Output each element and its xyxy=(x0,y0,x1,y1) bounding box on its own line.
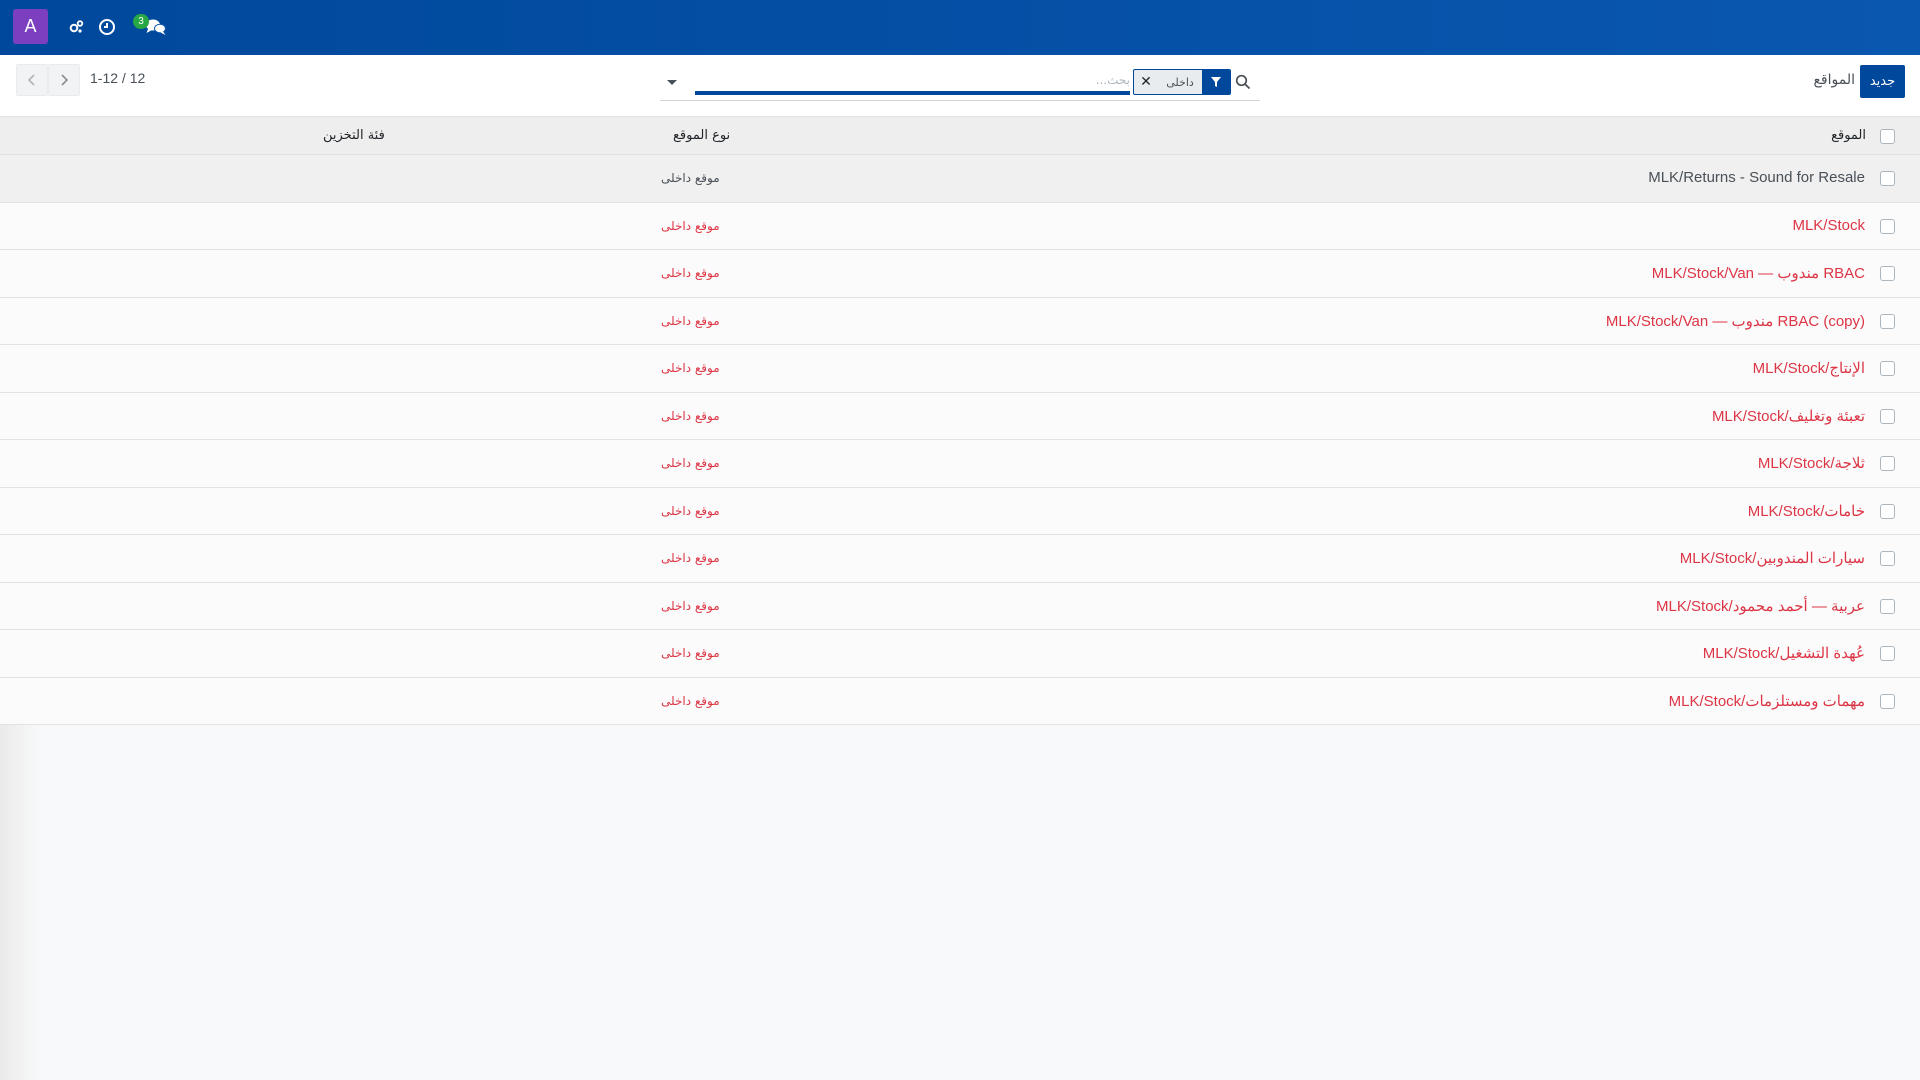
clock-icon[interactable] xyxy=(96,16,118,38)
select-all-checkbox[interactable] xyxy=(1880,129,1895,144)
row-checkbox[interactable] xyxy=(1880,408,1895,424)
background-shade xyxy=(0,725,40,1080)
facet-value: داخلى xyxy=(1166,75,1194,89)
row-checkbox[interactable] xyxy=(1880,693,1895,709)
row-checkbox[interactable] xyxy=(1880,456,1895,471)
cell-location-type: موقع داخلى xyxy=(661,503,720,518)
table-row[interactable]: MLK/Stock/مهمات ومستلزمات موقع داخلى xyxy=(0,677,1920,725)
table-row[interactable]: MLK/Stock/خامات موقع داخلى xyxy=(0,487,1920,535)
table-row[interactable]: MLK/Stock/الإنتاج موقع داخلى xyxy=(0,345,1920,393)
chevron-right-icon xyxy=(61,74,69,86)
table-row[interactable]: MLK/Stock/Van — مندوب RBAC موقع داخلى xyxy=(0,250,1920,298)
search-icon[interactable] xyxy=(1235,74,1251,94)
pager-value[interactable]: 1-12 / 12 xyxy=(90,70,145,86)
avatar[interactable]: A xyxy=(13,9,48,44)
cell-location: MLK/Stock xyxy=(1792,216,1865,234)
control-panel: 1-12 / 12 ✕ داخلى المواقع جديد xyxy=(0,55,1920,117)
list-body: MLK/Returns - Sound for Resale موقع داخل… xyxy=(0,155,1920,725)
cell-location-type: موقع داخلى xyxy=(661,598,720,613)
search-bar: ✕ داخلى xyxy=(660,67,1260,101)
cell-location: MLK/Stock/Van — مندوب RBAC xyxy=(1651,265,1865,282)
row-checkbox[interactable] xyxy=(1880,598,1895,614)
cell-location-type: موقع داخلى xyxy=(661,361,720,375)
pager-next-button[interactable] xyxy=(48,64,80,96)
row-checkbox[interactable] xyxy=(1880,551,1895,566)
row-checkbox[interactable] xyxy=(1880,361,1895,376)
table-row[interactable]: MLK/Stock/سيارات المندوبين موقع داخلى xyxy=(0,535,1920,583)
cell-location-type: موقع داخلى xyxy=(661,551,720,565)
row-checkbox[interactable] xyxy=(1880,218,1895,234)
table-row[interactable]: MLK/Stock/ثلاجة موقع داخلى xyxy=(0,440,1920,488)
table-row[interactable]: MLK/Returns - Sound for Resale موقع داخل… xyxy=(0,155,1920,203)
cell-location: MLK/Stock/مهمات ومستلزمات xyxy=(1668,692,1865,710)
column-header-location-type[interactable]: نوع الموقع xyxy=(673,128,730,143)
row-checkbox[interactable] xyxy=(1880,171,1895,186)
chevron-left-icon xyxy=(27,74,35,86)
cell-location: MLK/Stock/عربية — أحمد محمود xyxy=(1656,597,1865,615)
cell-location: MLK/Stock/عُهدة التشغيل xyxy=(1702,645,1865,662)
search-facet: ✕ داخلى xyxy=(1133,69,1231,95)
cell-location: MLK/Returns - Sound for Resale xyxy=(1648,169,1865,186)
cell-location-type: موقع داخلى xyxy=(661,646,720,660)
breadcrumb: المواقع xyxy=(1813,72,1855,88)
table-row[interactable]: MLK/Stock/عُهدة التشغيل موقع داخلى xyxy=(0,630,1920,678)
column-header-storage-category[interactable]: فئة التخزين xyxy=(323,128,385,143)
search-options-toggle[interactable] xyxy=(665,75,679,93)
pager-previous-button[interactable] xyxy=(16,64,48,96)
search-input[interactable] xyxy=(695,69,1130,95)
row-checkbox[interactable] xyxy=(1880,266,1895,281)
top-navbar: A 3 xyxy=(0,0,1920,55)
cell-location: MLK/Stock/خامات xyxy=(1747,502,1865,520)
cell-location-type: موقع داخلى xyxy=(661,171,720,185)
filter-icon xyxy=(1202,70,1230,94)
row-checkbox[interactable] xyxy=(1880,646,1895,661)
table-row[interactable]: MLK/Stock/Van — مندوب RBAC (copy) موقع د… xyxy=(0,297,1920,345)
facet-remove-button[interactable]: ✕ xyxy=(1134,70,1158,94)
cell-location: MLK/Stock/تعبئة وتغليف xyxy=(1711,407,1865,425)
cell-location-type: موقع داخلى xyxy=(661,313,720,328)
settings-icon[interactable] xyxy=(65,16,87,38)
cell-location-type: موقع داخلى xyxy=(661,266,720,280)
cell-location-type: موقع داخلى xyxy=(661,456,720,470)
table-row[interactable]: MLK/Stock/عربية — أحمد محمود موقع داخلى xyxy=(0,582,1920,630)
column-header-location[interactable]: الموقع xyxy=(1831,128,1866,143)
row-checkbox[interactable] xyxy=(1880,503,1895,519)
cell-location: MLK/Stock/الإنتاج xyxy=(1752,360,1865,377)
list-header: الموقع نوع الموقع فئة التخزين xyxy=(0,117,1920,155)
cell-location: MLK/Stock/سيارات المندوبين xyxy=(1679,550,1865,567)
table-row[interactable]: MLK/Stock موقع داخلى xyxy=(0,202,1920,250)
cell-location-type: موقع داخلى xyxy=(661,218,720,233)
caret-down-icon xyxy=(667,80,677,85)
cell-location-type: موقع داخلى xyxy=(661,408,720,423)
messages-count-badge: 3 xyxy=(133,14,149,29)
table-row[interactable]: MLK/Stock/تعبئة وتغليف موقع داخلى xyxy=(0,392,1920,440)
cell-location: MLK/Stock/ثلاجة xyxy=(1757,455,1865,472)
cell-location: MLK/Stock/Van — مندوب RBAC (copy) xyxy=(1605,312,1865,330)
new-button[interactable]: جديد xyxy=(1860,65,1905,98)
cell-location-type: موقع داخلى xyxy=(661,693,720,708)
row-checkbox[interactable] xyxy=(1880,313,1895,329)
